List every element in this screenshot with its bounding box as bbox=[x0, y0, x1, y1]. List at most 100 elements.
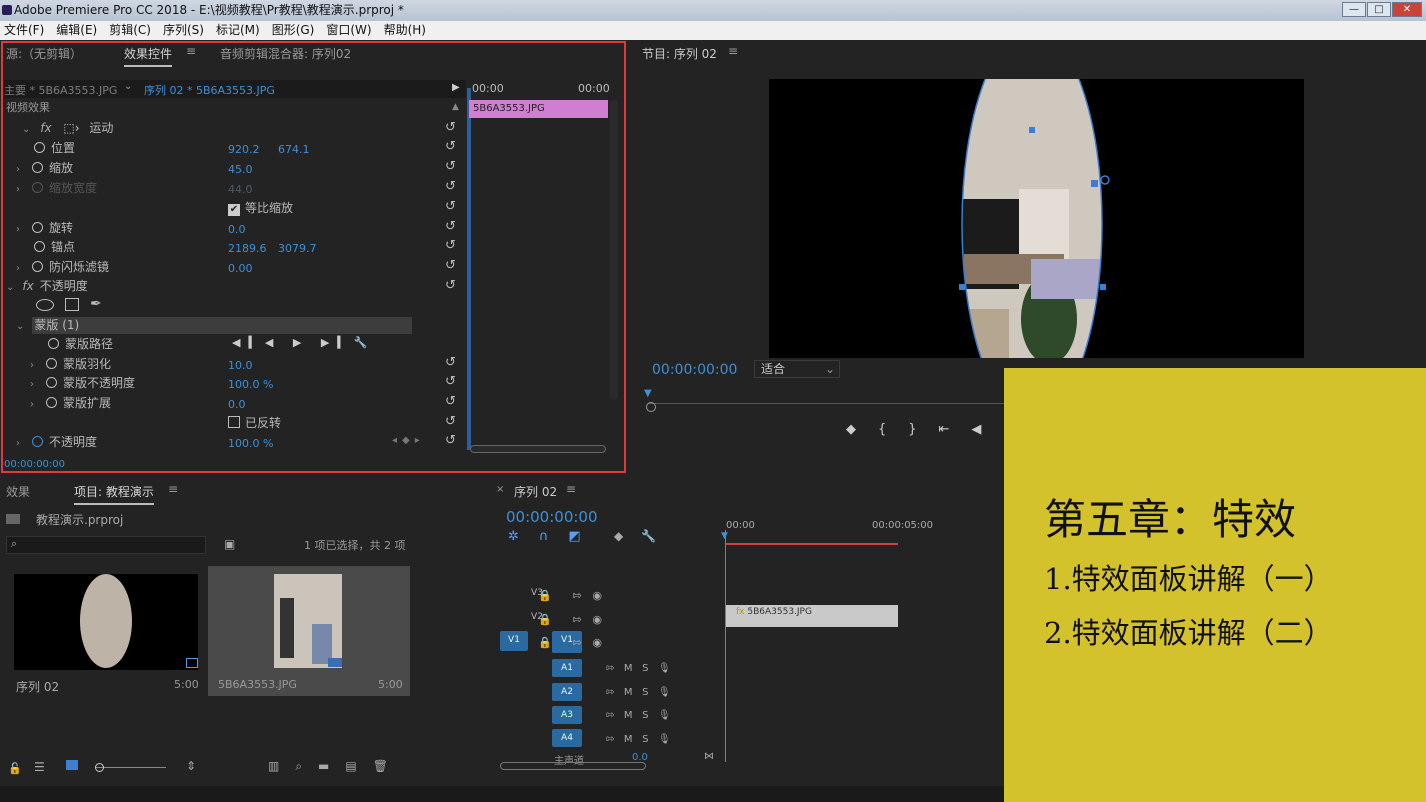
menu-edit[interactable]: 编辑(E) bbox=[52, 21, 101, 40]
reset-icon[interactable]: ↺ bbox=[445, 433, 456, 448]
mask-expansion-row[interactable]: › 蒙版扩展 bbox=[0, 393, 111, 413]
maximize-button[interactable]: □ bbox=[1367, 2, 1391, 17]
position-y-value[interactable]: 674.1 bbox=[278, 143, 310, 156]
reset-icon[interactable]: ↺ bbox=[445, 120, 456, 135]
mask-track-controls[interactable]: ◀▍◀ ▶ ▶▍🔧 bbox=[232, 336, 375, 349]
prop-position[interactable]: 位置 bbox=[0, 138, 75, 158]
track-a1[interactable]: A1 bbox=[552, 659, 582, 677]
work-area-bar[interactable] bbox=[726, 543, 898, 545]
anchor-x-value[interactable]: 2189.6 bbox=[228, 242, 267, 255]
zoom-scrollbar[interactable] bbox=[470, 445, 606, 453]
pen-mask-icon[interactable]: ✒ bbox=[90, 296, 102, 312]
sequence-clip-label[interactable]: 序列 02 * 5B6A3553.JPG bbox=[144, 82, 275, 98]
rectangle-mask-icon[interactable] bbox=[65, 298, 79, 311]
zoom-slider[interactable] bbox=[96, 767, 166, 768]
track-a2[interactable]: A2 bbox=[552, 683, 582, 701]
close-icon[interactable]: × bbox=[496, 484, 504, 495]
zoom-fit-icon[interactable]: ⋈ bbox=[704, 751, 714, 762]
collapse-up-icon[interactable]: ▲ bbox=[452, 102, 459, 112]
prop-rotation[interactable]: › 旋转 bbox=[0, 218, 73, 238]
reset-icon[interactable]: ↺ bbox=[445, 374, 456, 389]
reset-icon[interactable]: ↺ bbox=[445, 139, 456, 154]
reset-icon[interactable]: ↺ bbox=[445, 278, 456, 293]
menu-help[interactable]: 帮助(H) bbox=[380, 21, 430, 40]
opacity-row[interactable]: › 不透明度 bbox=[0, 432, 97, 452]
stopwatch-icon[interactable] bbox=[32, 261, 43, 272]
reset-icon[interactable]: ↺ bbox=[445, 179, 456, 194]
tab-project[interactable]: 项目: 教程演示 bbox=[74, 483, 154, 505]
chevron-down-icon[interactable]: ⌄ bbox=[22, 124, 30, 135]
playhead[interactable] bbox=[467, 88, 471, 450]
reset-icon[interactable]: ↺ bbox=[445, 258, 456, 273]
marker-settings-icons[interactable]: ◆🔧 bbox=[614, 529, 674, 543]
mask-expansion-value[interactable]: 0.0 bbox=[228, 398, 246, 411]
keyframe-nav-icon[interactable]: ◂◆▸ bbox=[392, 435, 425, 446]
reset-icon[interactable]: ↺ bbox=[445, 238, 456, 253]
opacity-value[interactable]: 100.0 % bbox=[228, 437, 273, 450]
stopwatch-icon[interactable] bbox=[32, 162, 43, 173]
panel-menu-icon[interactable]: ≡ bbox=[186, 44, 196, 58]
project-search-input[interactable]: ⌕ bbox=[6, 536, 206, 554]
lock-icon[interactable]: 🔓 bbox=[8, 762, 22, 775]
zoom-slider-handle[interactable] bbox=[95, 763, 104, 772]
opacity-effect-row[interactable]: ⌄ fx 不透明度 bbox=[0, 276, 88, 296]
panel-menu-icon[interactable]: ≡ bbox=[566, 482, 576, 496]
fit-select[interactable]: 适合 ⌄ bbox=[754, 360, 840, 378]
source-patch-v1[interactable]: V1 bbox=[500, 631, 528, 651]
reset-icon[interactable]: ↺ bbox=[445, 355, 456, 370]
tab-effects[interactable]: 效果 bbox=[6, 483, 30, 500]
stopwatch-icon[interactable] bbox=[34, 142, 45, 153]
menu-file[interactable]: 文件(F) bbox=[0, 21, 48, 40]
audio-track-controls[interactable]: ⇰ M S 🎙 ⇰ M S 🎙 ⇰ M S 🎙 ⇰ M S 🎙 bbox=[606, 657, 671, 751]
prop-scale[interactable]: › 缩放 bbox=[0, 158, 73, 178]
reset-icon[interactable]: ↺ bbox=[445, 199, 456, 214]
track-a3[interactable]: A3 bbox=[552, 706, 582, 724]
reset-icon[interactable]: ↺ bbox=[445, 219, 456, 234]
mask-feather-row[interactable]: › 蒙版羽化 bbox=[0, 354, 111, 374]
anchor-y-value[interactable]: 3079.7 bbox=[278, 242, 317, 255]
chevron-down-icon[interactable]: ⌄ bbox=[124, 81, 132, 92]
project-item-sequence[interactable]: 序列 02 5:00 bbox=[6, 566, 206, 696]
playhead-head[interactable]: ▼ bbox=[721, 531, 728, 541]
reset-icon[interactable]: ↺ bbox=[445, 414, 456, 429]
rotation-value[interactable]: 0.0 bbox=[228, 223, 246, 236]
menu-window[interactable]: 窗口(W) bbox=[322, 21, 375, 40]
vertical-scrollbar[interactable] bbox=[610, 100, 618, 400]
ellipse-mask-icon[interactable] bbox=[36, 299, 54, 311]
menu-clip[interactable]: 剪辑(C) bbox=[105, 21, 155, 40]
play-only-icon[interactable]: ▶ bbox=[452, 82, 460, 93]
list-view-icon[interactable]: ☰ bbox=[34, 760, 45, 774]
menu-marker[interactable]: 标记(M) bbox=[212, 21, 264, 40]
menu-graphics[interactable]: 图形(G) bbox=[268, 21, 319, 40]
tab-effect-controls[interactable]: 效果控件 bbox=[124, 45, 173, 67]
track-lock-icons[interactable]: 🔒 ⇰ ◉ 🔒 ⇰ ◉ 🔒 ⇰ ◉ bbox=[538, 584, 638, 655]
antiflicker-value[interactable]: 0.00 bbox=[228, 262, 253, 275]
motion-row[interactable]: ⌄ fx ⬚› 运动 bbox=[0, 118, 113, 138]
close-button[interactable]: ✕ bbox=[1392, 2, 1422, 17]
program-timecode[interactable]: 00:00:00:00 bbox=[652, 362, 737, 378]
panel-menu-icon[interactable]: ≡ bbox=[168, 482, 178, 496]
program-video-frame[interactable] bbox=[769, 28, 1304, 420]
stopwatch-icon[interactable] bbox=[32, 222, 43, 233]
inverted-checkbox[interactable]: 已反转 bbox=[228, 413, 281, 433]
transport-controls[interactable]: ◆{}⇤◀ bbox=[846, 422, 1003, 437]
timeline-timecode[interactable]: 00:00:00:00 bbox=[506, 508, 598, 526]
program-ruler[interactable] bbox=[648, 392, 1004, 404]
prop-anchor[interactable]: 锚点 bbox=[0, 237, 75, 257]
scroll-handle[interactable] bbox=[646, 402, 656, 412]
icon-view-icon[interactable] bbox=[66, 760, 78, 770]
reset-icon[interactable]: ↺ bbox=[445, 159, 456, 174]
panel-menu-icon[interactable]: ≡ bbox=[728, 44, 738, 58]
mask-row[interactable]: ⌄ 蒙版 (1) bbox=[0, 315, 79, 335]
mask-feather-value[interactable]: 10.0 bbox=[228, 359, 253, 372]
reset-icon[interactable]: ↺ bbox=[445, 394, 456, 409]
project-bottom-tools[interactable]: ▥⌕▬▤🗑 bbox=[268, 759, 404, 774]
prop-antiflicker[interactable]: › 防闪烁滤镜 bbox=[0, 257, 109, 277]
timeline-tab[interactable]: 序列 02 bbox=[514, 483, 557, 500]
program-title[interactable]: 节目: 序列 02 bbox=[642, 45, 717, 62]
mask-opacity-value[interactable]: 100.0 % bbox=[228, 378, 273, 391]
transform-icon[interactable]: ⬚› bbox=[63, 121, 79, 135]
mask-opacity-row[interactable]: › 蒙版不透明度 bbox=[0, 373, 135, 393]
fx-icon[interactable]: fx bbox=[40, 121, 51, 135]
minimize-button[interactable]: — bbox=[1342, 2, 1366, 17]
